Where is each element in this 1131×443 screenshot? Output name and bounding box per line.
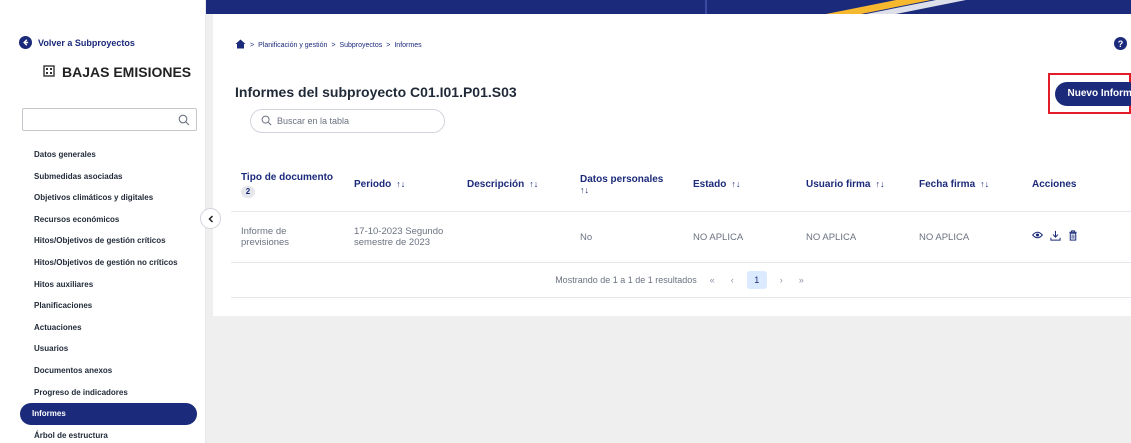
sidebar-nav: Datos generales Submedidas asociadas Obj… [20,144,197,443]
cell-acciones [1022,210,1131,263]
cell-usuario-firma: NO APLICA [796,210,909,263]
cell-tipo: Informe de previsiones [231,210,344,263]
sidebar-item-datos-generales[interactable]: Datos generales [22,144,197,166]
back-to-subprojects-link[interactable]: Volver a Subproyectos [19,36,135,49]
project-header: BAJAS EMISIONES [43,64,191,80]
reports-table: Tipo de documento 2 Periodo ↑↓ Descripció… [231,159,1131,263]
search-icon [261,115,272,128]
chevron-left-icon [207,210,215,228]
sort-icon[interactable]: ↑↓ [396,179,405,189]
column-datos-personales[interactable]: Datos personales ↑↓ [570,159,683,211]
sidebar-item-recursos-economicos[interactable]: Recursos económicos [22,209,197,231]
app-window: Volver a Subproyectos BAJAS EMISIONES Da… [0,0,1131,443]
column-label: Periodo [354,179,392,191]
sidebar-item-actuaciones[interactable]: Actuaciones [22,317,197,339]
sidebar-search-input[interactable] [22,108,197,131]
cell-fecha-firma: NO APLICA [909,210,1022,263]
breadcrumb-planificacion[interactable]: Planificación y gestión [258,42,327,49]
table-search-input[interactable]: Buscar en la tabla [250,109,445,133]
content-panel: > Planificación y gestión > Subproyectos… [213,14,1131,316]
breadcrumb-separator: > [250,41,255,49]
column-label: Usuario firma [806,179,871,191]
trash-icon[interactable] [1068,230,1078,244]
sidebar-item-planificaciones[interactable]: Planificaciones [22,295,197,317]
arrow-left-icon [19,36,32,49]
sidebar-item-arbol-estructura[interactable]: Árbol de estructura [22,425,197,443]
back-link-label: Volver a Subproyectos [38,37,135,48]
next-page-button[interactable]: › [777,275,786,285]
row-actions [1031,230,1121,244]
eye-icon[interactable] [1031,230,1044,244]
breadcrumb-subproyectos[interactable]: Subproyectos [339,42,382,49]
table-search-placeholder: Buscar en la tabla [277,116,350,126]
page-title: Informes del subproyecto C01.I01.P01.S03 [235,84,517,100]
column-label: Tipo de documento [241,171,334,183]
highlight-box: Nuevo Informe [1048,73,1131,114]
download-icon[interactable] [1050,230,1061,244]
sidebar-item-progreso-indicadores[interactable]: Progreso de indicadores [22,382,197,404]
building-icon [43,64,55,80]
sort-icon[interactable]: ↑↓ [731,179,740,189]
pagination-summary: Mostrando de 1 a 1 de 1 resultados [555,275,697,285]
breadcrumb-informes: Informes [394,41,422,49]
sidebar-item-usuarios[interactable]: Usuarios [22,338,197,360]
home-icon[interactable] [235,39,246,51]
column-badge: 2 [241,185,255,198]
sort-icon[interactable]: ↑↓ [580,185,589,195]
breadcrumb-separator: > [386,41,391,49]
cell-datos-personales: No [570,210,683,263]
column-label: Acciones [1032,179,1077,191]
collapse-sidebar-button[interactable] [200,208,221,229]
new-report-button[interactable]: Nuevo Informe [1055,82,1131,106]
column-acciones: Acciones [1022,159,1131,211]
column-label: Datos personales [580,173,664,185]
column-label: Fecha firma [919,179,976,191]
breadcrumb-separator: > [331,41,336,49]
last-page-button[interactable]: » [796,275,807,285]
top-banner [206,0,1131,14]
help-icon[interactable]: ? [1114,37,1127,50]
first-page-button[interactable]: « [707,275,718,285]
page-number-button[interactable]: 1 [746,271,767,289]
sidebar-item-documentos-anexos[interactable]: Documentos anexos [22,360,197,382]
column-label: Estado [693,179,727,191]
sidebar-item-informes[interactable]: Informes [20,403,197,425]
sidebar: Volver a Subproyectos BAJAS EMISIONES Da… [0,0,206,443]
column-periodo[interactable]: Periodo ↑↓ [344,159,457,211]
sidebar-item-objetivos-climaticos[interactable]: Objetivos climáticos y digitales [22,187,197,209]
sort-icon[interactable]: ↑↓ [529,179,538,189]
cell-descripcion [457,210,570,263]
main-area: > Planificación y gestión > Subproyectos… [206,0,1131,443]
sidebar-item-hitos-auxiliares[interactable]: Hitos auxiliares [22,274,197,296]
pagination: Mostrando de 1 a 1 de 1 resultados « ‹ 1… [231,262,1131,298]
column-descripcion[interactable]: Descripción ↑↓ [457,159,570,211]
banner-stripes [705,0,966,14]
column-fecha-firma[interactable]: Fecha firma ↑↓ [909,159,1022,211]
column-tipo-documento[interactable]: Tipo de documento 2 [231,159,344,211]
column-usuario-firma[interactable]: Usuario firma ↑↓ [796,159,909,211]
sidebar-item-hitos-criticos[interactable]: Hitos/Objetivos de gestión críticos [22,230,197,252]
sidebar-item-hitos-no-criticos[interactable]: Hitos/Objetivos de gestión no críticos [22,252,197,274]
prev-page-button[interactable]: ‹ [728,275,737,285]
cell-estado: NO APLICA [683,210,796,263]
sort-icon[interactable]: ↑↓ [875,179,884,189]
sort-icon[interactable]: ↑↓ [980,179,989,189]
table-row: Informe de previsiones 17-10-2023 Segund… [231,210,1131,263]
search-icon [178,113,190,131]
project-name: BAJAS EMISIONES [62,64,192,80]
column-estado[interactable]: Estado ↑↓ [683,159,796,211]
breadcrumb: > Planificación y gestión > Subproyectos… [235,39,422,51]
column-label: Descripción [467,179,525,191]
cell-periodo: 17-10-2023 Segundo semestre de 2023 [344,210,457,263]
table-header-row: Tipo de documento 2 Periodo ↑↓ Descripció… [231,159,1131,211]
sidebar-item-submedidas[interactable]: Submedidas asociadas [22,166,197,188]
